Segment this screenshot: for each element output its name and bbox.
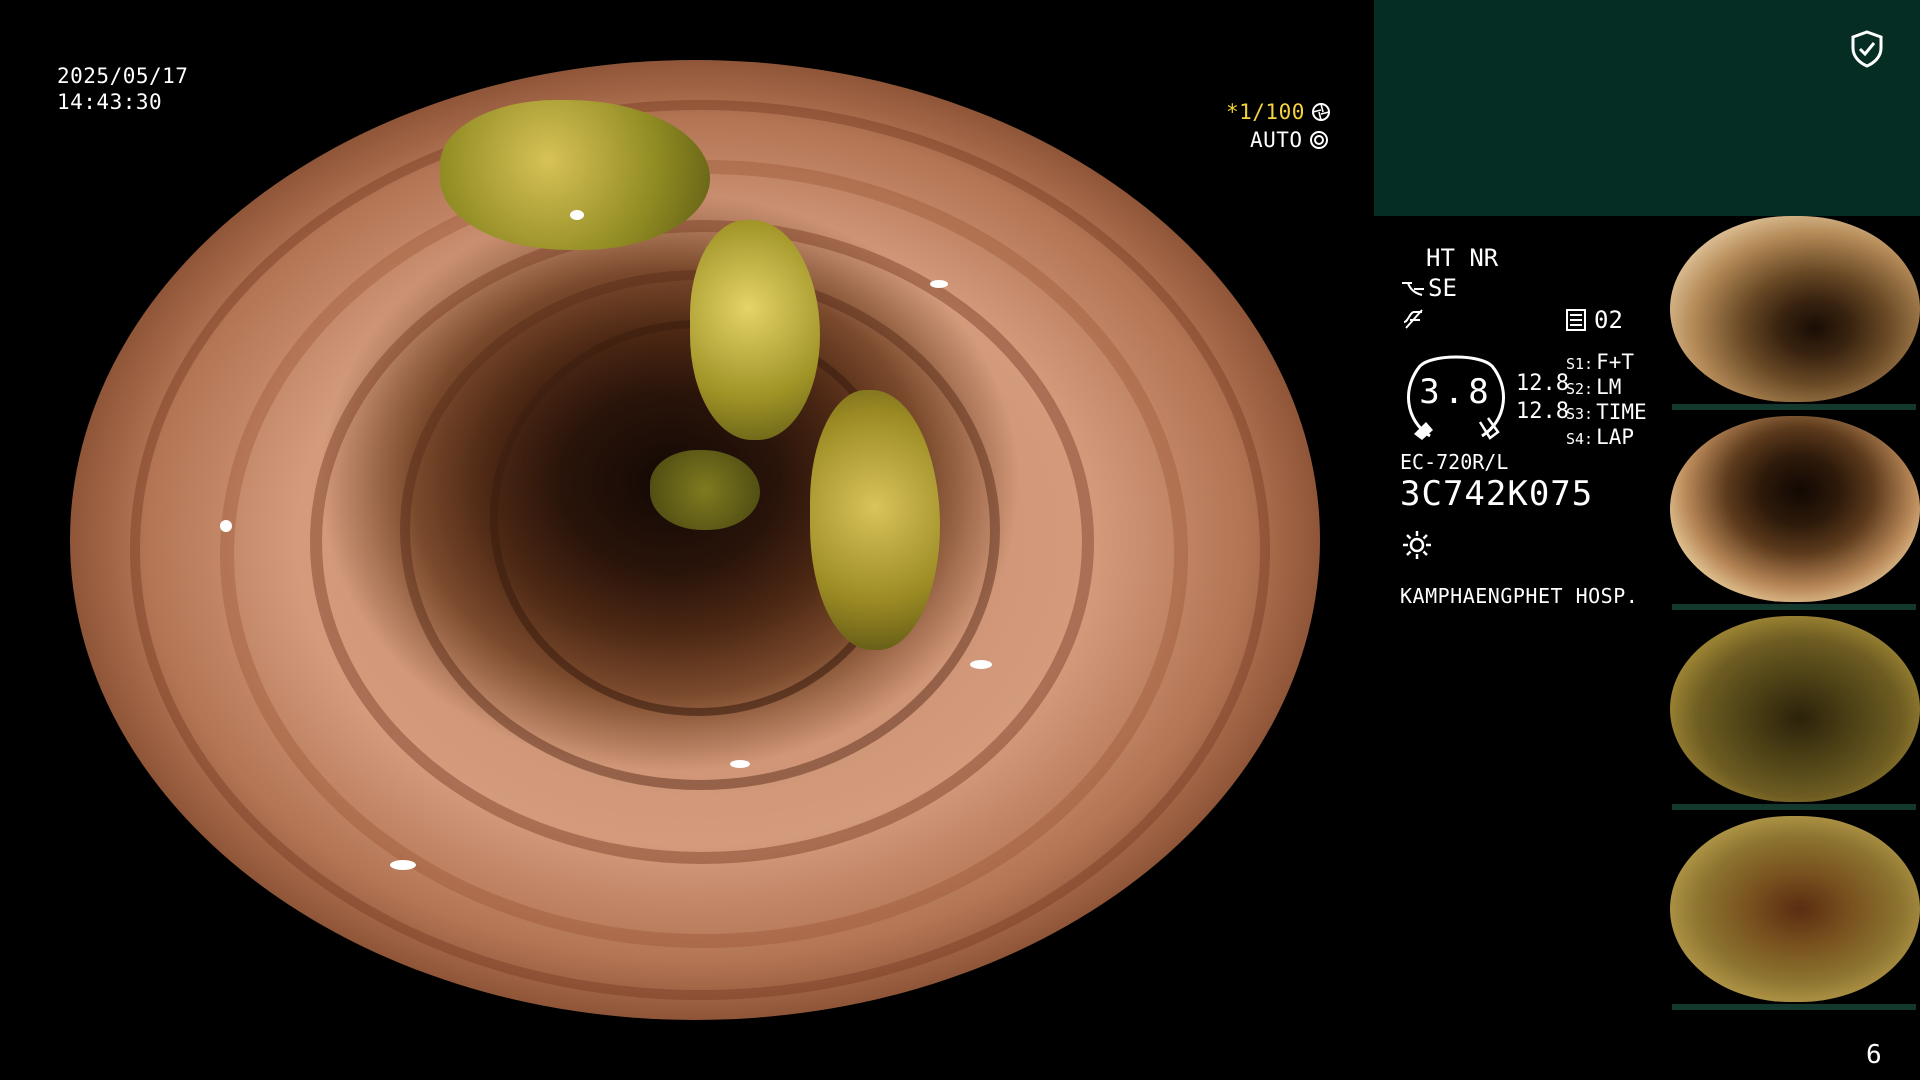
thumbnail-caption-bar [1672,804,1916,810]
se-indicator: SE [1400,274,1457,302]
capture-thumbnail[interactable] [1670,416,1920,602]
endoscopic-view [70,60,1320,1020]
switch-key: S3: [1566,405,1594,423]
switch-key: S4: [1566,430,1594,448]
exposure-mode: AUTO [1250,128,1303,152]
thumbnail-caption-bar [1672,404,1916,410]
gauge-side-top: 12.8 [1516,371,1569,396]
shutter-readout: *1/100 [1226,99,1331,125]
gauge-value: 3.8 [1419,372,1493,412]
scope-serial: 3C742K075 [1400,474,1594,514]
thumbnail-caption-bar [1672,1004,1916,1010]
page-number: 6 [1866,1040,1882,1070]
scope-switch-list: S1: F+T S2: LM S3: TIME S4: LAP [1566,350,1676,450]
scope-switch-item: S4: LAP [1566,425,1676,450]
channel-indicator: 02 [1566,306,1623,334]
shutter-value: *1/100 [1226,100,1305,124]
switch-value: F+T [1596,350,1635,374]
scope-switch-item: S1: F+T [1566,350,1676,375]
capture-thumbnail[interactable] [1670,216,1920,402]
thumbnail-caption-bar [1672,604,1916,610]
scope-model: EC-720R/L [1400,450,1509,474]
switch-value: TIME [1596,400,1647,424]
scope-switch-item: S3: TIME [1566,400,1676,425]
channel-value: 02 [1594,306,1623,334]
time-text: 14:43:30 [57,90,163,114]
switch-key: S2: [1566,380,1594,398]
aperture-icon [1311,103,1330,121]
exposure-readout: AUTO [1250,127,1329,153]
iris-icon [1309,131,1328,149]
hospital-name: KAMPHAENGPHET HOSP. [1400,584,1639,608]
freeze-icon [1403,309,1423,329]
frame-icon [1566,309,1586,331]
shield-check-icon [1851,30,1883,68]
light-source-icon [1403,531,1431,559]
date-text: 2025/05/17 [57,64,189,88]
scope-switch-item: S2: LM [1566,375,1676,400]
switch-value: LAP [1596,425,1635,449]
capture-thumbnail[interactable] [1670,816,1920,1002]
switch-value: LM [1596,375,1622,399]
se-label: SE [1428,274,1457,302]
capture-thumbnail[interactable] [1670,616,1920,802]
gauge-side-bottom: 12.8 [1516,399,1569,424]
enhancement-icon [1402,282,1424,296]
ht-nr-label: HT NR [1426,244,1499,272]
switch-key: S1: [1566,355,1594,373]
capture-preview-panel [1374,0,1920,216]
